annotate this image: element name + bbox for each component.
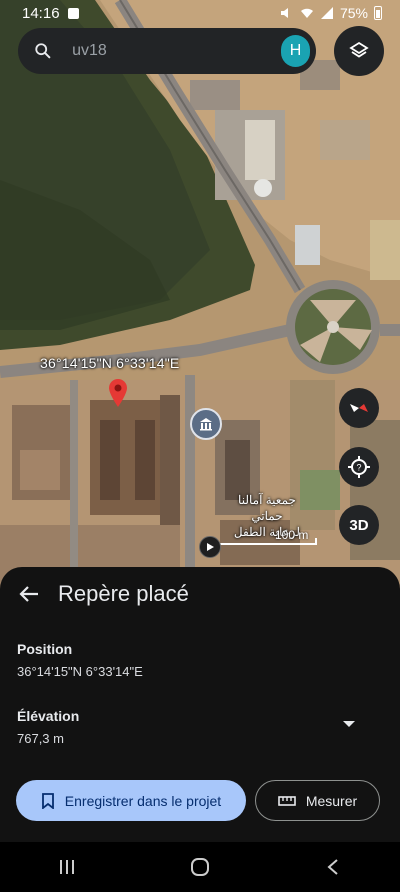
mute-icon — [280, 8, 288, 18]
locate-icon: ? — [348, 456, 370, 478]
elevation-label: Élévation — [17, 708, 80, 724]
recents-icon — [59, 860, 74, 874]
elevation-value: 767,3 m — [17, 731, 64, 746]
satellite-map[interactable] — [0, 0, 400, 600]
3d-toggle-button[interactable]: 3D — [339, 505, 379, 545]
ruler-icon — [278, 795, 296, 806]
battery-percent: 75% — [339, 5, 368, 21]
position-value[interactable]: 36°14'15"N 6°33'14"E — [17, 664, 143, 679]
status-bar: 14:16 75% — [0, 0, 400, 26]
building-icon — [200, 418, 212, 431]
satellite-imagery — [0, 0, 400, 600]
scale-label: 100 m — [275, 528, 309, 542]
svg-text:?: ? — [356, 463, 361, 473]
scale-handle[interactable] — [199, 536, 221, 558]
layers-icon — [349, 41, 369, 58]
play-icon — [207, 543, 214, 551]
chevron-down-icon[interactable] — [343, 721, 355, 727]
placemark-sheet: Repère placé Position 36°14'15"N 6°33'14… — [0, 567, 400, 842]
measure-button-label: Mesurer — [305, 792, 358, 809]
status-time: 14:16 — [22, 4, 60, 22]
map-pin-icon[interactable] — [108, 378, 128, 408]
search-icon[interactable] — [34, 41, 52, 61]
save-button-label: Enregistrer dans le projet — [64, 792, 222, 809]
sheet-title: Repère placé — [58, 581, 189, 606]
search-input[interactable] — [70, 41, 282, 61]
battery-icon — [374, 6, 382, 20]
poi-marker[interactable] — [190, 408, 222, 440]
avatar[interactable]: H — [281, 35, 310, 67]
position-label: Position — [17, 641, 73, 657]
home-icon — [190, 858, 209, 876]
compass-button[interactable] — [339, 388, 379, 428]
notification-icon — [67, 7, 79, 19]
save-to-project-button[interactable]: Enregistrer dans le projet — [16, 780, 246, 821]
back-icon[interactable] — [18, 583, 40, 605]
layers-button[interactable] — [334, 26, 384, 76]
recents-button[interactable] — [37, 847, 97, 887]
bookmark-icon — [41, 792, 54, 809]
poi-label-line1: جمعية آمالنا حماتي — [238, 493, 296, 523]
sheet-header: Repère placé — [18, 581, 189, 607]
wifi-icon — [300, 8, 313, 18]
search-bar[interactable]: H — [18, 28, 316, 74]
back-nav-button[interactable] — [303, 847, 363, 887]
pin-coordinates-label: 36°14'15"N 6°33'14"E — [40, 355, 180, 371]
my-location-button[interactable]: ? — [339, 447, 379, 487]
measure-button[interactable]: Mesurer — [255, 780, 380, 821]
signal-icon — [320, 7, 333, 19]
system-navigation-bar — [0, 842, 400, 892]
home-button[interactable] — [170, 847, 230, 887]
back-nav-icon — [327, 859, 338, 875]
compass-icon — [350, 404, 368, 412]
